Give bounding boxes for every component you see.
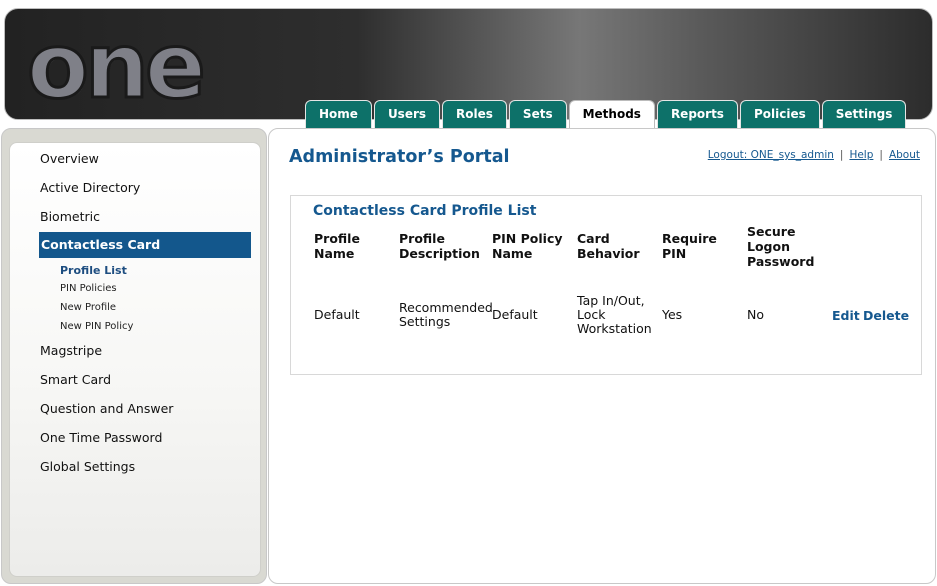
sidebar-subitem-new-profile[interactable]: New Profile [60,302,116,313]
tab-roles[interactable]: Roles [442,100,507,128]
column-header-secure-logon-password: Secure Logon Password [747,224,815,269]
sidebar-item-active-directory[interactable]: Active Directory [40,180,140,195]
one-logo: one [26,14,208,119]
sidebar-item-question-and-answer[interactable]: Question and Answer [40,401,173,416]
link-separator: | [879,149,883,161]
main-nav-tabs: Home Users Roles Sets Methods Reports Po… [305,100,908,130]
sidebar-panel: Overview Active Directory Biometric Cont… [9,142,261,577]
cell-secure-logon-password: No [747,307,764,322]
sidebar-item-overview[interactable]: Overview [40,151,99,166]
sidebar-subitem-profile-list[interactable]: Profile List [60,264,127,277]
cell-profile-description: Recommended Settings [399,300,493,329]
profile-list-title: Contactless Card Profile List [313,203,537,219]
tab-home[interactable]: Home [305,100,372,128]
logout-link[interactable]: Logout: ONE_sys_admin [708,149,834,161]
tab-methods[interactable]: Methods [568,100,655,130]
profile-list-panel: Contactless Card Profile List Profile Na… [290,195,922,375]
main-content: Administrator’s Portal Logout: ONE_sys_a… [268,128,936,584]
sidebar-item-smart-card[interactable]: Smart Card [40,372,111,387]
sidebar-item-biometric[interactable]: Biometric [40,209,100,224]
tab-users[interactable]: Users [373,100,441,128]
column-header-pin-policy-name: PIN Policy Name [492,231,563,261]
sidebar-subitem-new-pin-policy[interactable]: New PIN Policy [60,321,133,332]
sidebar-item-magstripe[interactable]: Magstripe [40,343,102,358]
column-header-profile-description: Profile Description [399,231,480,261]
page-title: Administrator’s Portal [289,147,510,167]
sidebar-item-global-settings[interactable]: Global Settings [40,459,135,474]
delete-link[interactable]: Delete [863,308,909,323]
help-link[interactable]: Help [849,149,873,161]
tab-policies[interactable]: Policies [739,100,820,128]
sidebar: Overview Active Directory Biometric Cont… [1,128,267,584]
sidebar-item-one-time-password[interactable]: One Time Password [40,430,162,445]
tab-reports[interactable]: Reports [656,100,738,128]
link-separator: | [839,149,844,161]
cell-profile-name: Default [314,307,360,322]
tab-sets[interactable]: Sets [508,100,567,128]
sidebar-subitem-pin-policies[interactable]: PIN Policies [60,283,117,294]
top-links: Logout: ONE_sys_admin | Help | About [708,149,920,161]
cell-pin-policy-name: Default [492,307,538,322]
about-link[interactable]: About [889,149,920,161]
column-header-require-pin: Require PIN [662,231,717,261]
column-header-card-behavior: Card Behavior [577,231,640,261]
sidebar-item-contactless-card[interactable]: Contactless Card [39,232,251,258]
column-header-profile-name: Profile Name [314,231,360,261]
tab-settings[interactable]: Settings [821,100,907,128]
cell-require-pin: Yes [662,307,683,322]
edit-link[interactable]: Edit [832,308,860,323]
cell-card-behavior: Tap In/Out, Lock Workstation [577,293,652,336]
